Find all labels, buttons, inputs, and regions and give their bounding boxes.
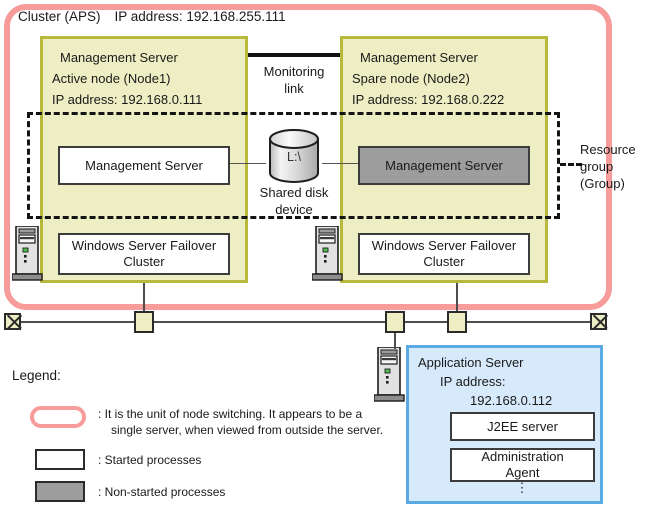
tower-server-icon-active	[11, 225, 44, 283]
active-failover-cluster-process-label: Windows Server Failover Cluster	[71, 238, 217, 269]
active-node-ip-label: IP address: 192.168.0.111	[52, 92, 203, 107]
application-server-ip-label: IP address:	[440, 374, 506, 389]
shared-disk-link-right	[322, 163, 358, 164]
network-drop-active-node	[143, 283, 145, 313]
monitoring-link-label: Monitoring link	[250, 63, 338, 97]
legend-text-cluster: : It is the unit of node switching. It a…	[98, 406, 398, 438]
resource-group-leader-line	[560, 163, 582, 166]
cluster-title: Cluster (APS) IP address: 192.168.255.111	[18, 9, 286, 24]
spare-management-server-process: Management Server	[358, 146, 530, 185]
shared-disk-caption: Shared disk device	[250, 184, 338, 218]
active-node-name-label: Active node (Node1)	[52, 71, 171, 86]
resource-group-label-line3: (Group)	[580, 176, 625, 191]
shared-disk-link-left	[230, 163, 266, 164]
network-bus-line	[16, 321, 594, 323]
legend-swatch-nonstarted	[35, 481, 85, 502]
legend-text-started: : Started processes	[98, 453, 202, 467]
resource-group-label: Resource group (Group)	[580, 141, 636, 192]
spare-node-ip-label: IP address: 192.168.0.222	[352, 92, 505, 107]
network-terminator-icon-right	[590, 313, 607, 330]
network-drop-app-server	[394, 333, 396, 349]
spare-node-name-label: Spare node (Node2)	[352, 71, 470, 86]
active-failover-cluster-process: Windows Server Failover Cluster	[58, 233, 230, 275]
administration-agent-label-line2: Agent	[505, 465, 540, 480]
legend-text-cluster-line2: single server, when viewed from outside …	[111, 423, 384, 437]
monitoring-link-label-line1: Monitoring	[263, 64, 325, 79]
j2ee-server-box: J2EE server	[450, 412, 595, 441]
monitoring-link-label-line2: link	[284, 81, 304, 96]
application-server-ip-value: 192.168.0.112	[470, 393, 553, 408]
spare-failover-cluster-process: Windows Server Failover Cluster	[358, 233, 530, 275]
tower-server-icon-app	[373, 346, 406, 404]
diagram-canvas: Cluster (APS) IP address: 192.168.255.111…	[0, 0, 647, 511]
legend-text-cluster-line1: : It is the unit of node switching. It a…	[98, 407, 363, 421]
administration-agent-box: Administration Agent	[450, 448, 595, 482]
active-management-server-process-label: Management Server	[85, 157, 203, 173]
legend-swatch-started	[35, 449, 85, 470]
active-node-header: Management Server Active node (Node1) IP…	[43, 47, 245, 110]
application-server-title: Application Server	[418, 355, 524, 370]
network-tap-icon-spare-node	[447, 311, 467, 333]
legend-swatch-cluster	[30, 406, 86, 428]
spare-node-header: Management Server Spare node (Node2) IP …	[343, 47, 545, 110]
network-tap-icon-app-server	[385, 311, 405, 333]
resource-group-label-line2: group	[580, 159, 614, 174]
j2ee-server-label: J2EE server	[487, 418, 558, 434]
spare-failover-cluster-process-label: Windows Server Failover Cluster	[371, 238, 517, 269]
active-management-server-process: Management Server	[58, 146, 230, 185]
tower-server-icon-spare	[311, 225, 344, 283]
network-terminator-icon-left	[4, 313, 21, 330]
shared-disk-icon: L:\	[264, 128, 324, 184]
application-server-header: Application Server IP address: 192.168.0…	[418, 353, 594, 410]
active-node-role-label: Management Server	[60, 50, 178, 65]
cluster-title-ip: IP address: 192.168.255.111	[114, 9, 286, 24]
application-server-ellipsis: ⋮	[515, 480, 530, 495]
administration-agent-label-line1: Administration	[481, 449, 564, 464]
shared-disk-caption-line2: device	[275, 202, 313, 217]
spare-node-role-label: Management Server	[360, 50, 478, 65]
legend-text-nonstarted: : Non-started processes	[98, 485, 226, 499]
network-tap-icon-active-node	[134, 311, 154, 333]
shared-disk-caption-line1: Shared disk	[259, 185, 329, 200]
shared-disk-drive-label: L:\	[287, 150, 301, 164]
network-drop-spare-node	[456, 283, 458, 313]
resource-group-label-line1: Resource	[580, 142, 636, 157]
spare-management-server-process-label: Management Server	[385, 157, 503, 173]
cluster-title-primary: Cluster (APS)	[18, 9, 101, 24]
legend-title: Legend:	[12, 368, 61, 383]
monitoring-link-line	[248, 53, 340, 57]
